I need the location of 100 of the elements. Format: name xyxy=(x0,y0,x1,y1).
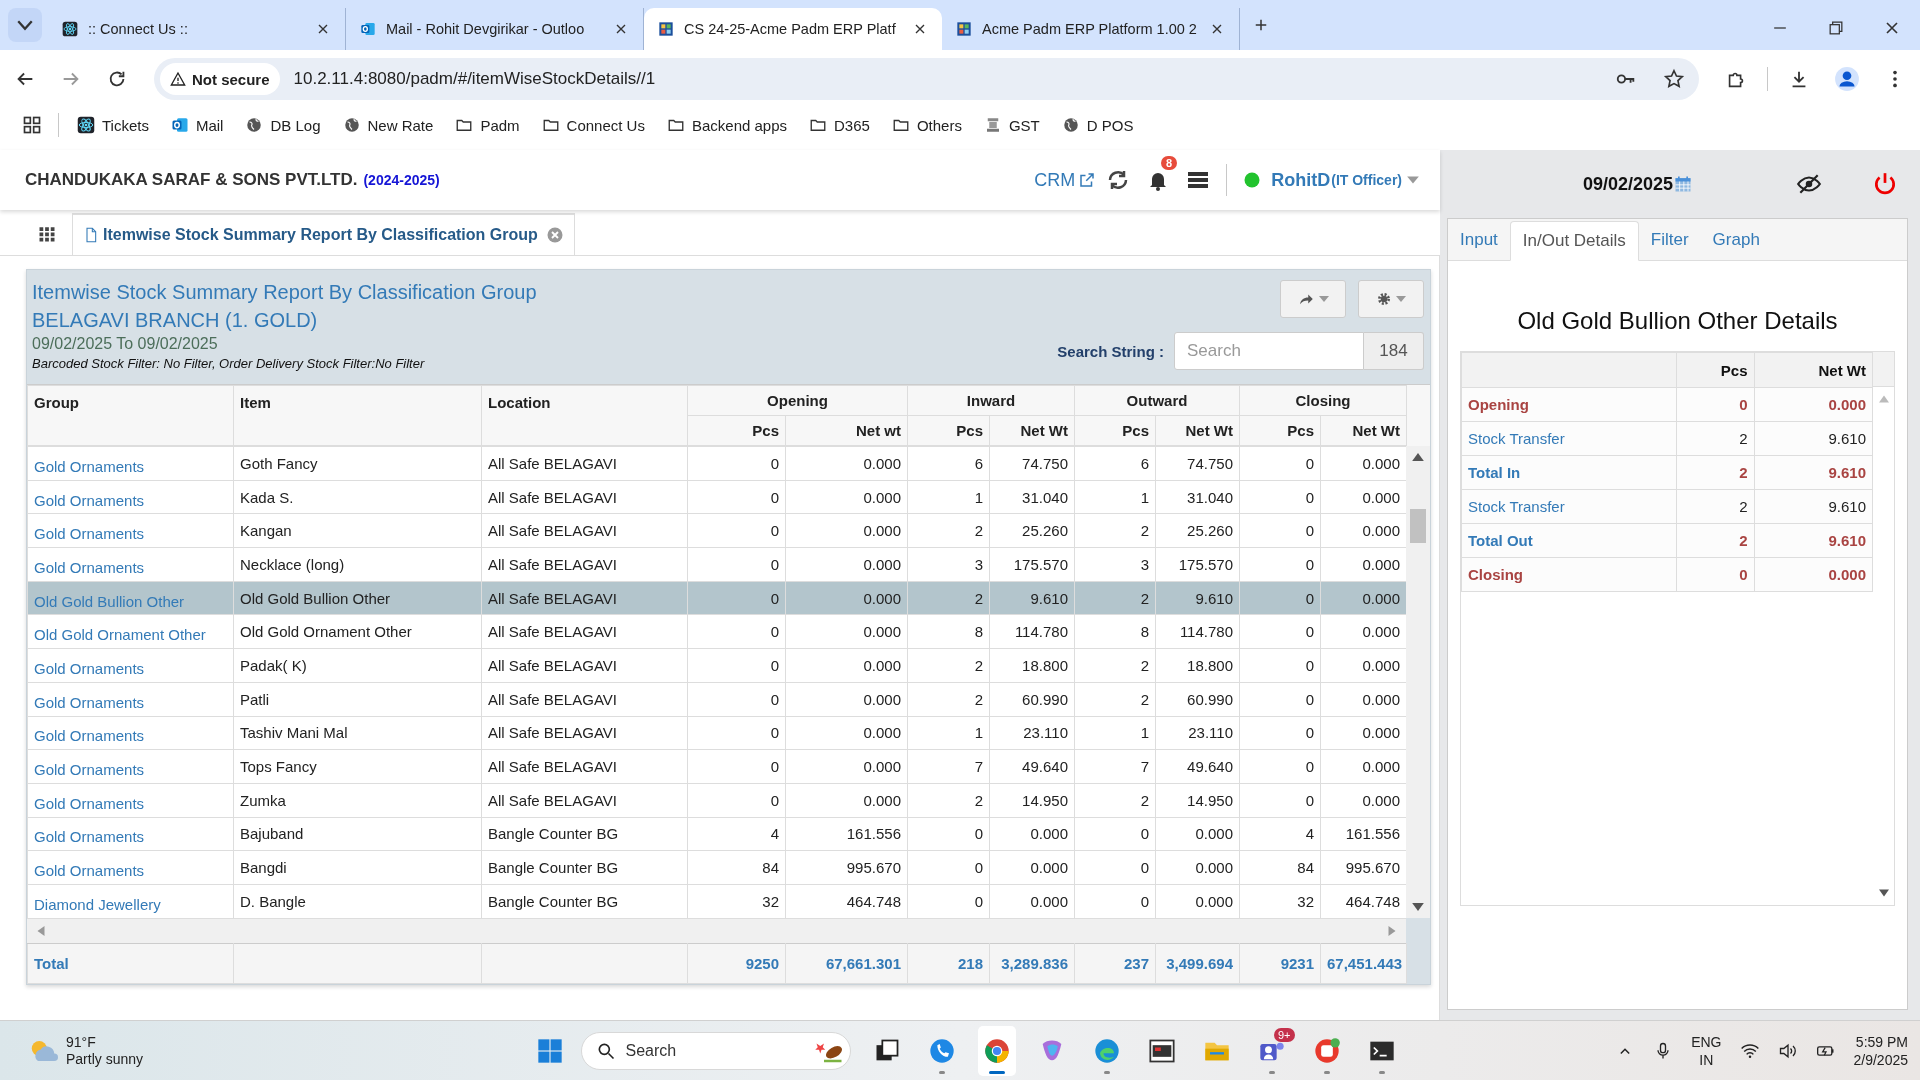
panel-tab[interactable]: Filter xyxy=(1638,220,1701,260)
region[interactable]: IN xyxy=(1699,1050,1714,1069)
table-cell: 23.110 xyxy=(1155,716,1240,750)
bookmark[interactable]: Connect Us xyxy=(537,113,649,137)
share-button[interactable] xyxy=(1280,280,1346,318)
browser-tab[interactable]: CS 24-25-Acme Padm ERP Platf xyxy=(644,8,942,50)
table-row[interactable]: Gold Ornaments Goth Fancy All Safe BELAGAVI 0 0.000 6 74.750 6 74.750 0 0.000 xyxy=(27,446,1406,481)
group-link[interactable]: Gold Ornaments xyxy=(27,716,234,750)
bookmark[interactable]: DB Log xyxy=(241,113,325,137)
table-row[interactable]: Gold Ornaments Patli All Safe BELAGAVI 0 0.000 2 60.990 2 60.990 0 0.000 xyxy=(27,682,1406,716)
bookmark[interactable]: New Rate xyxy=(338,113,438,137)
column-header[interactable]: Pcs xyxy=(907,415,990,446)
bookmark[interactable]: Tickets xyxy=(73,113,153,137)
table-cell: 114.780 xyxy=(989,614,1075,649)
group-link[interactable]: Gold Ornaments xyxy=(27,749,234,784)
table-row[interactable]: Gold Ornaments Bangdi Bangle Counter BG 84 995.670 0 0.000 0 0.000 84 995.670 xyxy=(27,850,1406,885)
apps-grid-icon[interactable] xyxy=(38,225,56,243)
calendar-icon[interactable] xyxy=(1673,174,1694,194)
group-link[interactable]: Gold Ornaments xyxy=(27,817,234,851)
table-cell: 2 xyxy=(907,682,990,716)
column-header[interactable]: Net wt xyxy=(785,415,908,446)
bookmark[interactable]: D POS xyxy=(1057,113,1138,137)
group-link[interactable]: Gold Ornaments xyxy=(27,513,234,548)
entry-link[interactable]: Stock Transfer xyxy=(1461,489,1677,524)
group-link[interactable]: Gold Ornaments xyxy=(27,783,234,818)
column-header: Net Wt xyxy=(1754,352,1873,388)
bookmark[interactable]: Backend apps xyxy=(662,113,791,137)
table-cell: 0 xyxy=(687,480,786,514)
security-chip[interactable]: Not secure xyxy=(160,63,280,95)
scrollbar[interactable] xyxy=(1406,446,1430,918)
table-row[interactable]: Diamond Jewellery D. Bangle Bangle Counter BG 32 464.748 0 0.000 0 0.000 32 464.748 xyxy=(27,884,1406,918)
table-row[interactable]: Gold Ornaments Bajuband Bangle Counter BG 4 161.556 0 0.000 0 0.000 4 161.556 xyxy=(27,817,1406,851)
column-header[interactable]: Net Wt xyxy=(1155,415,1240,446)
notification-badge: 8 xyxy=(1161,156,1178,170)
settings-button[interactable] xyxy=(1358,280,1424,318)
star-icon[interactable] xyxy=(1663,68,1685,90)
table-row[interactable]: Gold Ornaments Necklace (long) All Safe BELAGAVI 0 0.000 3 175.570 3 175.570 0 0.000 xyxy=(27,547,1406,582)
apps-icon[interactable] xyxy=(22,115,42,135)
group-link[interactable]: Gold Ornaments xyxy=(27,480,234,514)
branch-title: BELAGAVI BRANCH (1. GOLD) xyxy=(32,308,319,333)
column-header[interactable]: Location xyxy=(481,385,688,446)
bookmark[interactable]: Padm xyxy=(451,113,524,137)
tab-list-button[interactable] xyxy=(8,8,42,42)
power-icon[interactable] xyxy=(1872,171,1898,197)
address-bar[interactable]: Not secure 10.2.11.4:8080/padm/#/itemWiseStockDetails//1 xyxy=(154,58,1699,100)
panel-tab[interactable]: Input xyxy=(1448,220,1510,260)
group-link[interactable]: Old Gold Ornament Other xyxy=(27,614,234,649)
table-cell: 0 xyxy=(1239,648,1321,683)
clock-time[interactable]: 5:59 PM xyxy=(1855,1032,1908,1051)
table-cell: 74.750 xyxy=(1155,446,1240,481)
bookmark[interactable]: D365 xyxy=(805,113,874,137)
column-header[interactable]: Pcs xyxy=(1239,415,1321,446)
table-cell: 995.670 xyxy=(785,850,908,885)
start-icon[interactable] xyxy=(535,1036,564,1065)
globe-icon xyxy=(245,116,264,134)
group-link[interactable]: Gold Ornaments xyxy=(27,850,234,885)
avatar-icon[interactable] xyxy=(1834,66,1860,92)
arrow-down-icon[interactable] xyxy=(1877,887,1890,899)
search-field[interactable]: Search xyxy=(1174,332,1364,370)
table-cell: 2 xyxy=(1074,648,1156,683)
group-link[interactable]: Gold Ornaments xyxy=(27,446,234,481)
column-header[interactable]: Item xyxy=(233,385,482,446)
clock-date[interactable]: 2/9/2025 xyxy=(1853,1050,1908,1069)
search-field[interactable]: Search xyxy=(580,1031,851,1070)
report-tab[interactable]: Itemwise Stock Summary Report By Classification Group xyxy=(72,213,575,255)
column-header[interactable]: Group xyxy=(27,385,234,446)
table-row[interactable]: Gold Ornaments Padak( K) All Safe BELAGAVI 0 0.000 2 18.800 2 18.800 0 0.000 xyxy=(27,648,1406,683)
table-cell: 7 xyxy=(1074,749,1156,784)
date-range: 09/02/2025 To 09/02/2025 xyxy=(32,334,219,354)
table-cell: 0.000 xyxy=(1754,557,1873,592)
group-link[interactable]: Gold Ornaments xyxy=(27,547,234,582)
mail-icon xyxy=(360,21,376,37)
table-row[interactable]: Old Gold Ornament Other Old Gold Ornament Other All Safe BELAGAVI 0 0.000 8 114.780 8 114.780 0 0.000 xyxy=(27,614,1406,649)
search-label: Search String : xyxy=(1057,342,1164,360)
bookmark[interactable]: Others xyxy=(887,113,966,137)
group-link[interactable]: Gold Ornaments xyxy=(27,648,234,683)
table-row[interactable]: Gold Ornaments Zumka All Safe BELAGAVI 0 0.000 2 14.950 2 14.950 0 0.000 xyxy=(27,783,1406,818)
column-header[interactable]: Net Wt xyxy=(989,415,1075,446)
bookmark[interactable]: Mail xyxy=(166,113,228,137)
panel-tab[interactable]: Graph xyxy=(1700,220,1772,260)
report-title: Itemwise Stock Summary Report By Classification Group xyxy=(32,280,537,305)
table-row[interactable]: Gold Ornaments Tashiv Mani Mal All Safe BELAGAVI 0 0.000 1 23.110 1 23.110 0 0.000 xyxy=(27,716,1406,750)
bookmark[interactable]: GST xyxy=(979,113,1044,137)
table-row[interactable]: Gold Ornaments Tops Fancy All Safe BELAGAVI 0 0.000 7 49.640 7 49.640 0 0.000 xyxy=(27,749,1406,784)
group-link[interactable]: Gold Ornaments xyxy=(27,682,234,716)
scrollbar-thumb[interactable] xyxy=(1410,509,1426,543)
table-row[interactable]: Old Gold Bullion Other Old Gold Bullion Other All Safe BELAGAVI 0 0.000 2 9.610 2 9.610 0 0.000 xyxy=(27,581,1406,615)
entry-link[interactable]: Stock Transfer xyxy=(1461,421,1677,456)
panel-tab[interactable]: In/Out Details xyxy=(1509,221,1639,261)
language[interactable]: ENG xyxy=(1691,1032,1722,1051)
crm-link[interactable]: CRM xyxy=(1034,169,1097,191)
table-cell: 0 xyxy=(1239,783,1321,818)
table-row[interactable]: Gold Ornaments Kada S. All Safe BELAGAVI 0 0.000 1 31.040 1 31.040 0 0.000 xyxy=(27,480,1406,514)
table-row[interactable]: Gold Ornaments Kangan All Safe BELAGAVI 0 0.000 2 25.260 2 25.260 0 0.000 xyxy=(27,513,1406,548)
running-indicator xyxy=(1378,1070,1385,1074)
column-header[interactable]: Net Wt xyxy=(1320,415,1407,446)
user-menu[interactable]: RohitD(IT Officer) xyxy=(1271,169,1420,191)
column-header[interactable]: Pcs xyxy=(687,415,786,446)
column-header[interactable]: Pcs xyxy=(1074,415,1156,446)
total-cell: 237 xyxy=(1074,943,1156,984)
